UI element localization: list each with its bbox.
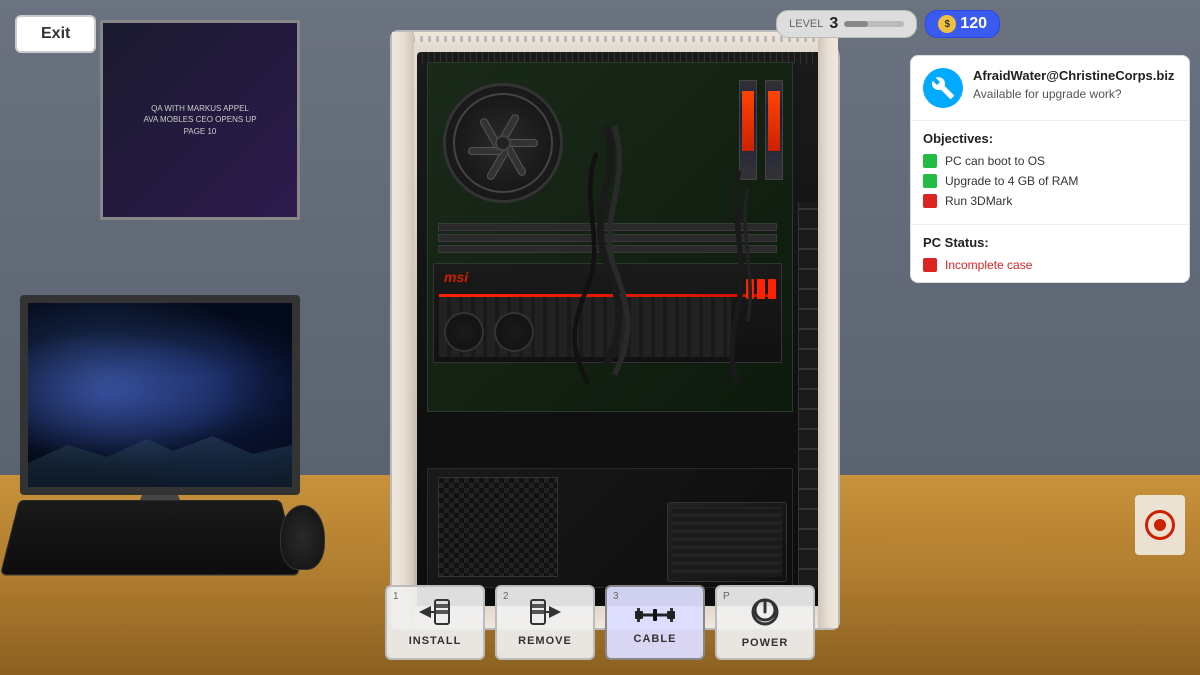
coolermaster-badge <box>1135 495 1185 555</box>
pc-case-outer: msi <box>390 30 840 630</box>
level-number: 3 <box>829 15 838 33</box>
install-icon <box>419 598 451 631</box>
mouse <box>280 505 325 570</box>
objective-2: Upgrade to 4 GB of RAM <box>923 174 1177 188</box>
power-label: POWER <box>742 637 789 649</box>
keyboard <box>0 500 300 576</box>
objective-1-status <box>923 154 937 168</box>
objective-3: Run 3DMark <box>923 194 1177 208</box>
pc-status-dot <box>923 258 937 272</box>
avatar-icon <box>923 68 963 108</box>
install-button[interactable]: 1 INSTALL <box>385 585 485 660</box>
remove-key: 2 <box>503 591 509 602</box>
cables-svg <box>428 63 792 411</box>
pc-status-text: Incomplete case <box>945 258 1032 272</box>
info-panel: AfraidWater@ChristineCorps.biz Available… <box>910 55 1190 283</box>
remove-label: REMOVE <box>518 635 572 647</box>
wall-poster: QA WITH MARKUS APPELAVA MOBLES CEO OPENS… <box>100 20 300 220</box>
install-key: 1 <box>393 591 399 602</box>
power-icon <box>749 596 781 633</box>
pc-status-section: PC Status: Incomplete case <box>911 225 1189 282</box>
power-key: P <box>723 591 730 602</box>
cable-label: CABLE <box>634 633 677 645</box>
money-amount: 120 <box>960 15 987 33</box>
info-panel-header: AfraidWater@ChristineCorps.biz Available… <box>911 56 1189 121</box>
case-right <box>818 32 838 628</box>
install-label: INSTALL <box>409 635 462 647</box>
motherboard[interactable]: msi <box>427 62 793 412</box>
cable-button[interactable]: 3 CABLE <box>605 585 705 660</box>
objective-2-text: Upgrade to 4 GB of RAM <box>945 174 1078 188</box>
case-top <box>392 32 838 54</box>
contact-info: AfraidWater@ChristineCorps.biz Available… <box>973 68 1174 101</box>
case-left <box>392 32 414 628</box>
objective-3-text: Run 3DMark <box>945 194 1012 208</box>
money-icon: $ <box>938 15 956 33</box>
objectives-title: Objectives: <box>923 131 1177 146</box>
money-bar: $ 120 <box>925 10 1000 38</box>
wrench-icon <box>931 76 955 100</box>
pc-case-interior: msi <box>417 52 823 608</box>
pc-status-item: Incomplete case <box>923 258 1177 272</box>
hud-top-right: LEVEL 3 $ 120 <box>776 10 1000 38</box>
level-label: LEVEL <box>789 18 823 30</box>
objective-1: PC can boot to OS <box>923 154 1177 168</box>
monitor-screen <box>20 295 300 495</box>
power-button[interactable]: P POWER <box>715 585 815 660</box>
action-bar: 1 INSTALL 2 REMOVE 3 <box>0 575 1200 675</box>
pc-status-title: PC Status: <box>923 235 1177 250</box>
cable-icon <box>635 601 675 629</box>
contact-subtitle: Available for upgrade work? <box>973 87 1174 101</box>
cable-key: 3 <box>613 591 619 602</box>
poster-text: QA WITH MARKUS APPELAVA MOBLES CEO OPENS… <box>138 98 261 142</box>
psu-unit <box>667 502 787 582</box>
objective-2-status <box>923 174 937 188</box>
remove-icon <box>529 598 561 631</box>
level-bar: LEVEL 3 <box>776 10 917 38</box>
psu-area <box>427 468 793 588</box>
pc-case[interactable]: msi <box>390 30 840 630</box>
objective-1-text: PC can boot to OS <box>945 154 1045 168</box>
level-progress-bar <box>844 21 904 27</box>
exit-button[interactable]: Exit <box>15 15 96 53</box>
objectives-section: Objectives: PC can boot to OS Upgrade to… <box>911 121 1189 225</box>
contact-name: AfraidWater@ChristineCorps.biz <box>973 68 1174 85</box>
level-progress-fill <box>844 21 868 27</box>
remove-button[interactable]: 2 REMOVE <box>495 585 595 660</box>
objective-3-status <box>923 194 937 208</box>
